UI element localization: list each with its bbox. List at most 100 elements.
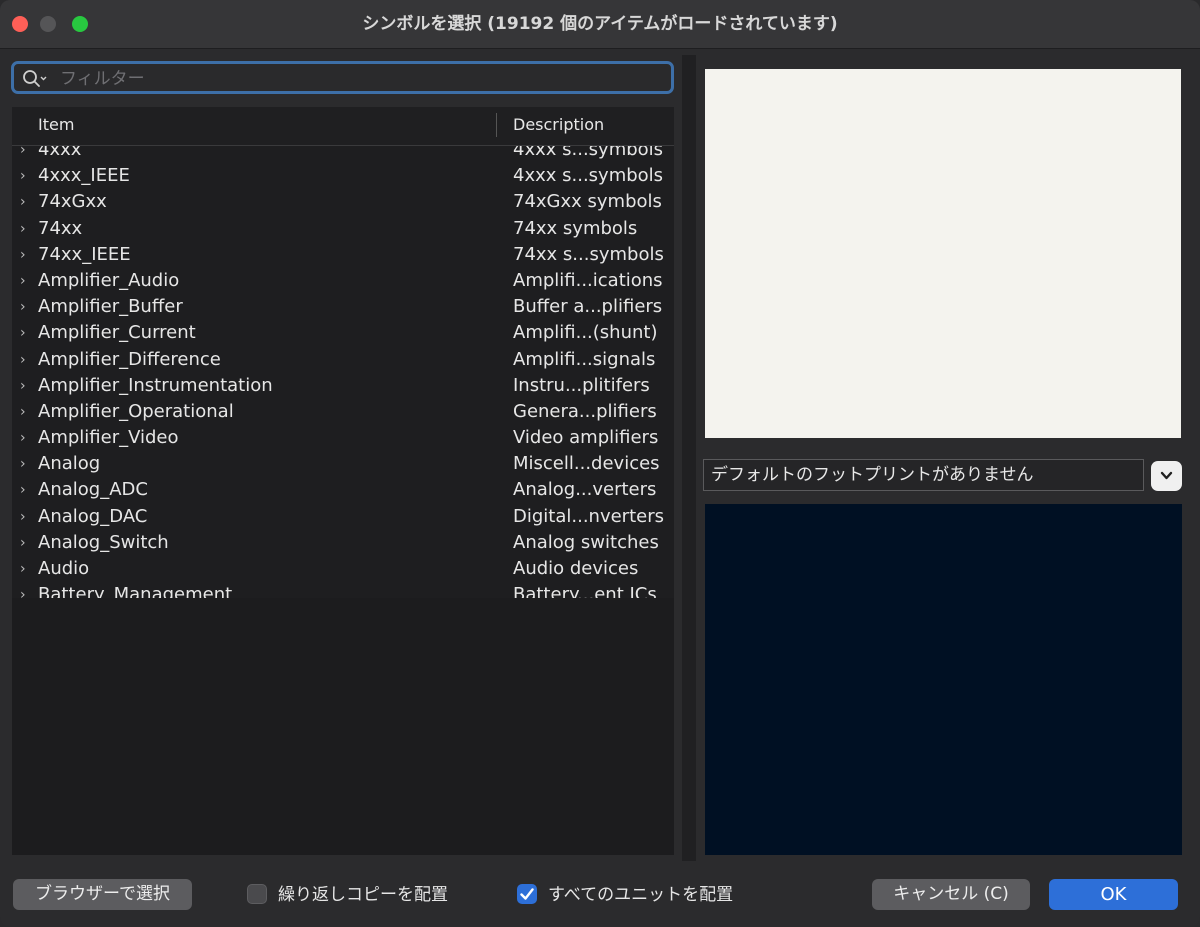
symbol-chooser-dialog: シンボルを選択 (19192 個のアイテムがロードされています) Item De…	[0, 0, 1200, 927]
tree-row[interactable]: › Analog_DAC Digital...nverters	[12, 504, 674, 530]
library-name: 74xx	[38, 217, 83, 239]
chevron-right-icon[interactable]: ›	[20, 348, 26, 372]
footprint-dropdown-button[interactable]	[1151, 461, 1182, 491]
column-resize-handle[interactable]	[496, 113, 497, 137]
library-name: Analog_Switch	[38, 531, 169, 553]
checkmark-icon	[520, 888, 534, 900]
chevron-right-icon[interactable]: ›	[20, 295, 26, 319]
tree-row[interactable]: › Amplifier_Difference Amplifi...signals	[12, 347, 674, 373]
library-description: 4xxx s...symbols	[513, 146, 664, 160]
repeat-copy-label[interactable]: 繰り返しコピーを配置	[278, 882, 448, 908]
symbol-details-panel	[12, 598, 674, 855]
search-box[interactable]	[11, 61, 674, 94]
column-header-description[interactable]: Description	[513, 107, 604, 145]
tree-row[interactable]: › 74xGxx 74xGxx symbols	[12, 189, 674, 215]
tree-row[interactable]: › 4xxx 4xxx s...symbols	[12, 146, 674, 163]
library-description: Instru...plitifers	[513, 374, 650, 396]
library-description: Buffer a...plifiers	[513, 296, 663, 318]
library-name: Amplifier_Operational	[38, 400, 234, 422]
panel-splitter[interactable]	[682, 55, 696, 861]
library-name: Analog_DAC	[38, 505, 148, 527]
library-name: Amplifier_Buffer	[38, 296, 183, 318]
tree-row[interactable]: › Amplifier_Current Amplifi...(shunt)	[12, 320, 674, 346]
chevron-right-icon[interactable]: ›	[20, 164, 26, 188]
library-name: Amplifier_Current	[38, 322, 196, 344]
library-name: 74xx_IEEE	[38, 243, 131, 265]
chevron-right-icon[interactable]: ›	[20, 374, 26, 398]
library-description: Audio devices	[513, 558, 639, 579]
library-name: Amplifier_Instrumentation	[38, 374, 273, 396]
search-icon[interactable]	[22, 69, 48, 89]
tree-row[interactable]: › Analog_Switch Analog switches	[12, 530, 674, 556]
chevron-right-icon[interactable]: ›	[20, 190, 26, 214]
symbol-preview-canvas	[705, 69, 1181, 438]
tree-list[interactable]: › 4xxx 4xxx s...symbols › 4xxx_IEEE 4xxx s...…	[12, 146, 674, 598]
tree-header: Item Description	[12, 107, 674, 146]
select-with-browser-button[interactable]: ブラウザーで選択	[13, 879, 192, 910]
chevron-right-icon[interactable]: ›	[20, 452, 26, 476]
symbol-library-tree: Item Description › 4xxx 4xxx s...symbols › 4…	[12, 107, 674, 855]
footprint-select[interactable]: デフォルトのフットプリントがありません	[703, 459, 1144, 491]
chevron-right-icon[interactable]: ›	[20, 531, 26, 555]
library-name: Analog	[38, 453, 101, 475]
library-description: Amplifi...ications	[513, 269, 663, 291]
title-bar: シンボルを選択 (19192 個のアイテムがロードされています)	[0, 0, 1200, 49]
library-name: 4xxx	[38, 146, 82, 160]
library-description: 74xGxx symbols	[513, 191, 662, 213]
library-name: Audio	[38, 558, 90, 579]
chevron-right-icon[interactable]: ›	[20, 583, 26, 598]
chevron-right-icon[interactable]: ›	[20, 321, 26, 345]
chevron-right-icon[interactable]: ›	[20, 146, 26, 162]
footprint-preview-canvas	[705, 504, 1182, 855]
library-name: Amplifier_Audio	[38, 269, 180, 291]
cancel-button[interactable]: キャンセル (C)	[872, 879, 1030, 910]
tree-row[interactable]: › 74xx_IEEE 74xx s...symbols	[12, 242, 674, 268]
tree-row[interactable]: › Amplifier_Video Video amplifiers	[12, 425, 674, 451]
tree-row[interactable]: › Amplifier_Instrumentation Instru...pliti…	[12, 373, 674, 399]
tree-row[interactable]: › 74xx 74xx symbols	[12, 216, 674, 242]
chevron-right-icon[interactable]: ›	[20, 478, 26, 502]
library-name: Amplifier_Difference	[38, 348, 221, 370]
library-description: 74xx s...symbols	[513, 243, 664, 265]
tree-row[interactable]: › Amplifier_Buffer Buffer a...plifiers	[12, 294, 674, 320]
library-description: Analog switches	[513, 531, 659, 553]
library-description: Amplifi...(shunt)	[513, 322, 658, 344]
chevron-right-icon[interactable]: ›	[20, 505, 26, 529]
window-title: シンボルを選択 (19192 個のアイテムがロードされています)	[362, 14, 838, 34]
tree-row[interactable]: › 4xxx_IEEE 4xxx s...symbols	[12, 163, 674, 189]
tree-rows: › 4xxx 4xxx s...symbols › 4xxx_IEEE 4xxx s...…	[12, 146, 674, 598]
library-name: 4xxx_IEEE	[38, 165, 130, 187]
library-name: Analog_ADC	[38, 479, 148, 501]
chevron-right-icon[interactable]: ›	[20, 269, 26, 293]
library-name: Battery_Management	[38, 584, 233, 598]
all-units-label[interactable]: すべてのユニットを配置	[548, 882, 733, 908]
library-description: Video amplifiers	[513, 427, 659, 449]
library-name: Amplifier_Video	[38, 427, 179, 449]
library-description: Genera...plifiers	[513, 400, 657, 422]
library-description: Analog...verters	[513, 479, 657, 501]
all-units-checkbox[interactable]	[517, 884, 537, 904]
repeat-copy-checkbox[interactable]	[247, 884, 267, 904]
tree-row[interactable]: › Amplifier_Audio Amplifi...ications	[12, 268, 674, 294]
tree-row[interactable]: › Analog Miscell...devices	[12, 451, 674, 477]
ok-button[interactable]: OK	[1049, 879, 1178, 910]
tree-row[interactable]: › Amplifier_Operational Genera...plifiers	[12, 399, 674, 425]
chevron-right-icon[interactable]: ›	[20, 217, 26, 241]
tree-row[interactable]: › Battery_Management Battery...ent ICs	[12, 582, 674, 598]
chevron-right-icon[interactable]: ›	[20, 400, 26, 424]
library-description: Digital...nverters	[513, 505, 664, 527]
chevron-right-icon[interactable]: ›	[20, 243, 26, 267]
filter-input[interactable]	[58, 66, 662, 92]
library-description: Miscell...devices	[513, 453, 660, 475]
tree-row[interactable]: › Analog_ADC Analog...verters	[12, 477, 674, 503]
library-description: Battery...ent ICs	[513, 584, 657, 598]
chevron-right-icon[interactable]: ›	[20, 557, 26, 581]
library-description: Amplifi...signals	[513, 348, 656, 370]
library-description: 74xx symbols	[513, 217, 638, 239]
chevron-down-icon	[1160, 471, 1173, 480]
library-name: 74xGxx	[38, 191, 107, 213]
chevron-right-icon[interactable]: ›	[20, 426, 26, 450]
column-header-item[interactable]: Item	[38, 107, 74, 145]
library-description: 4xxx s...symbols	[513, 165, 664, 187]
tree-row[interactable]: › Audio Audio devices	[12, 556, 674, 582]
